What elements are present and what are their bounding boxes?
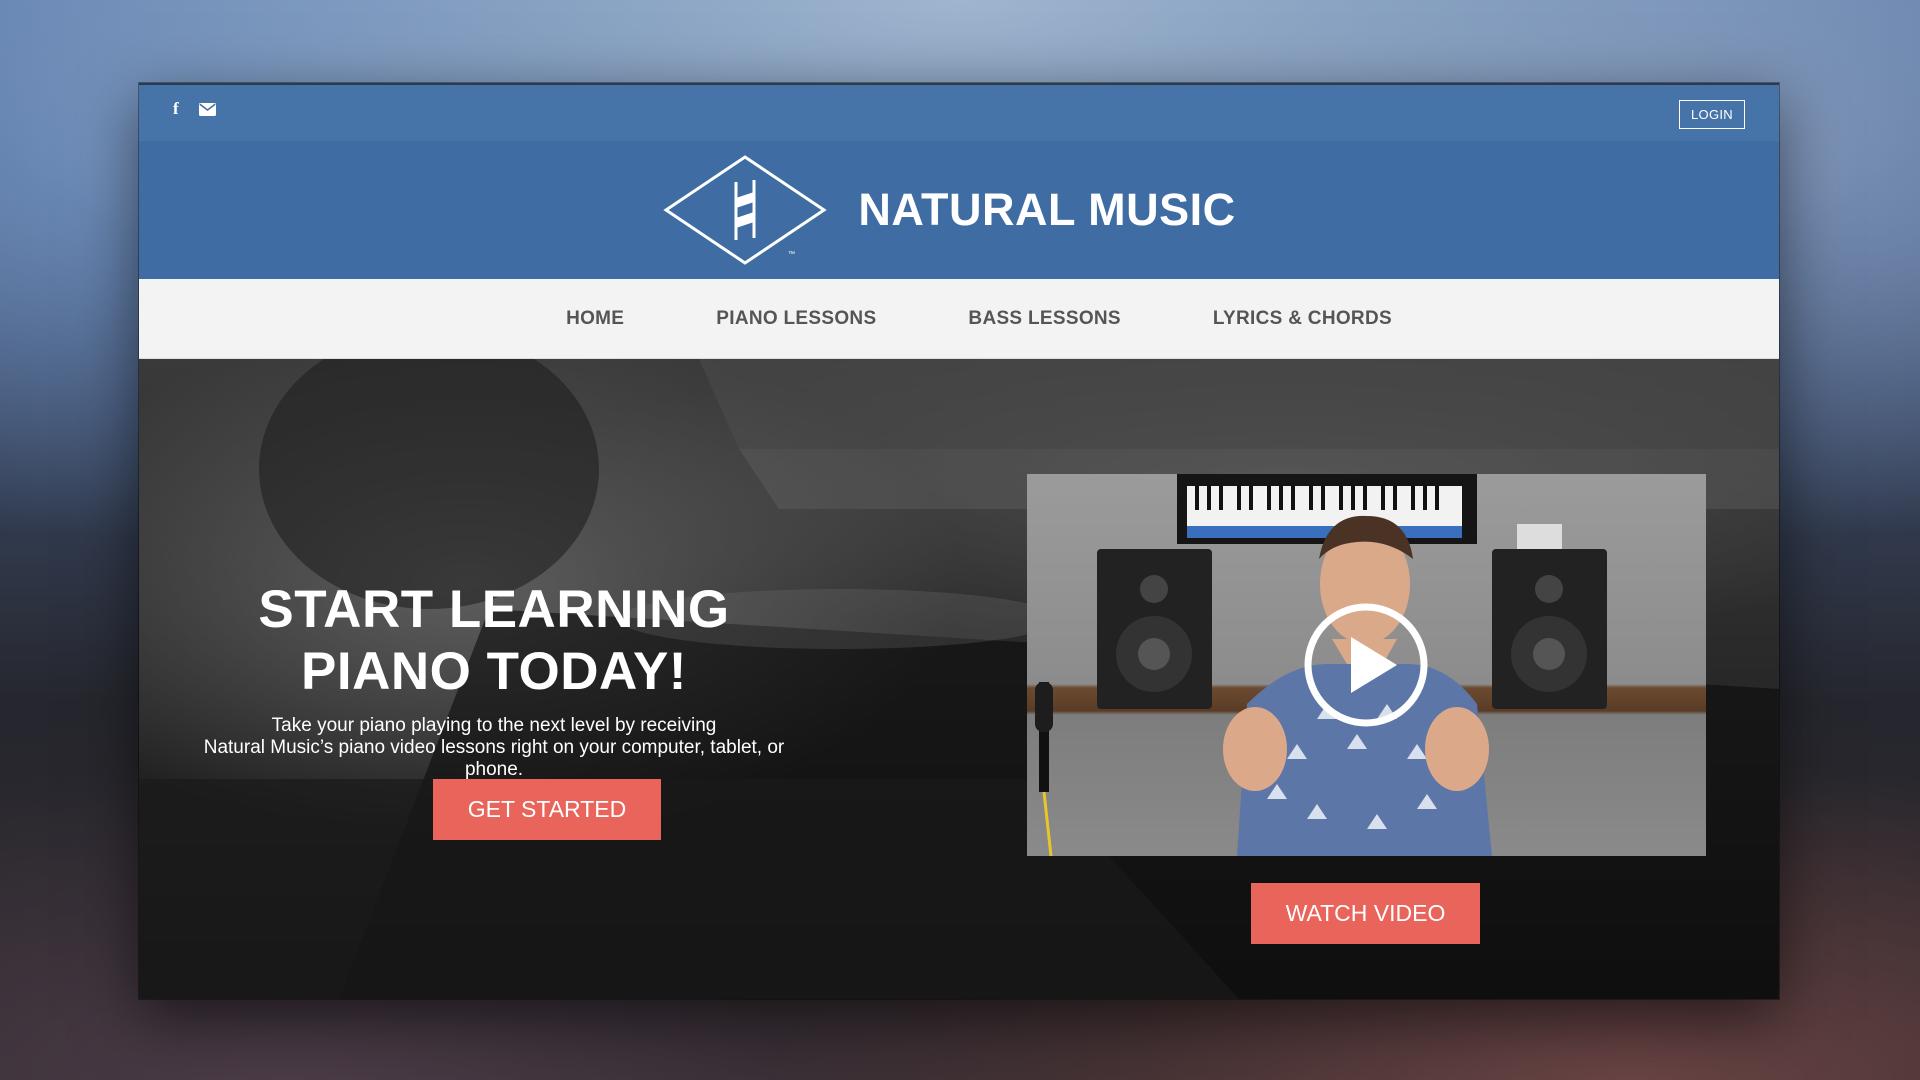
hero-description-line-2: Natural Music’s piano video lessons righ… [203, 737, 785, 780]
hero-description-line-1: Take your piano playing to the next leve… [271, 715, 717, 736]
brand[interactable]: ™ NATURAL MUSIC [662, 154, 1235, 266]
browser-window: f LOGIN ™ NATURAL MUSIC HOME PIANO LESSO… [139, 83, 1779, 999]
nav-item-home[interactable]: HOME [520, 308, 670, 330]
hero-section: START LEARNING PIANO TODAY! Take your pi… [139, 359, 1779, 999]
video-thumbnail[interactable] [1027, 474, 1706, 856]
hero-title: START LEARNING PIANO TODAY! [199, 579, 789, 703]
hero-text: START LEARNING PIANO TODAY! Take your pi… [199, 579, 789, 781]
social-links: f [173, 99, 216, 119]
hero-title-line-1: START LEARNING [258, 580, 730, 639]
nav-item-lyrics-chords[interactable]: LYRICS & CHORDS [1167, 308, 1438, 330]
hero-description: Take your piano playing to the next leve… [199, 715, 789, 781]
svg-text:™: ™ [788, 251, 795, 258]
natural-sign-logo-icon: ™ [662, 154, 828, 266]
play-circle-icon[interactable] [1303, 602, 1429, 728]
envelope-icon[interactable] [198, 102, 216, 116]
site-header: ™ NATURAL MUSIC [139, 141, 1779, 279]
top-bar: f LOGIN [139, 85, 1779, 141]
main-nav: HOME PIANO LESSONS BASS LESSONS LYRICS &… [139, 279, 1779, 359]
nav-item-piano-lessons[interactable]: PIANO LESSONS [670, 308, 922, 330]
get-started-button[interactable]: GET STARTED [433, 779, 661, 840]
watch-video-button[interactable]: WATCH VIDEO [1251, 883, 1480, 944]
login-button[interactable]: LOGIN [1679, 100, 1745, 129]
nav-item-bass-lessons[interactable]: BASS LESSONS [922, 308, 1166, 330]
brand-name: NATURAL MUSIC [858, 184, 1236, 235]
hero-title-line-2: PIANO TODAY! [301, 642, 687, 701]
facebook-icon[interactable]: f [173, 99, 179, 119]
